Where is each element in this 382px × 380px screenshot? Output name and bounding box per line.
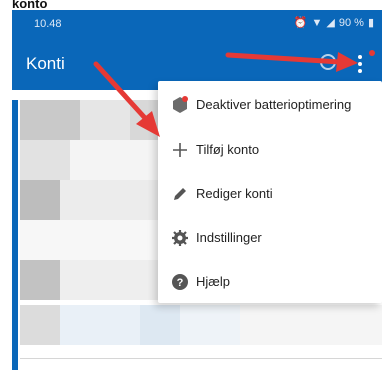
battery-percent: 90 % — [338, 16, 364, 29]
list-divider — [20, 358, 382, 359]
blurred-account-row[interactable] — [60, 305, 140, 345]
menu-item-label: Hjælp — [196, 274, 230, 289]
search-icon[interactable] — [320, 54, 336, 70]
blurred-account-row[interactable] — [60, 180, 170, 220]
dot-icon — [358, 69, 362, 73]
plus-icon — [170, 140, 190, 160]
blurred-account-row[interactable] — [180, 305, 240, 345]
blurred-account-row[interactable] — [60, 260, 170, 300]
menu-item-add-account[interactable]: Tilføj konto — [158, 128, 382, 171]
list-accent-bar — [12, 100, 18, 370]
menu-item-label: Indstillinger — [196, 230, 262, 245]
blurred-account-row[interactable] — [20, 140, 70, 180]
blurred-account-row[interactable] — [20, 100, 80, 140]
alarm-icon: ⏰ — [293, 17, 308, 29]
blurred-account-row[interactable] — [20, 180, 60, 220]
menu-item-edit-accounts[interactable]: Rediger konti — [158, 172, 382, 215]
menu-item-help[interactable]: ? Hjælp — [158, 260, 382, 303]
blurred-account-row[interactable] — [20, 305, 60, 345]
battery-icon: ▮ — [367, 17, 374, 29]
help-icon: ? — [170, 272, 190, 292]
blurred-account-row[interactable] — [70, 140, 170, 180]
pencil-icon — [170, 184, 190, 204]
menu-item-settings[interactable]: Indstillinger — [158, 216, 382, 259]
status-bar: 10.48 ⏰ ▼ ◢ 90 % ▮ — [12, 10, 382, 38]
blurred-account-row[interactable] — [240, 305, 382, 345]
battery-badge-icon — [170, 95, 190, 115]
blurred-account-row[interactable] — [20, 260, 60, 300]
status-time: 10.48 — [34, 18, 62, 30]
menu-item-label: Tilføj konto — [196, 142, 260, 157]
notification-badge — [369, 50, 375, 56]
wifi-icon: ▼ — [311, 16, 323, 29]
dot-icon — [358, 62, 362, 66]
blurred-account-row[interactable] — [140, 305, 180, 345]
signal-icon: ◢ — [326, 17, 335, 29]
dot-icon — [358, 55, 362, 59]
overflow-menu: Deaktiver batterioptimering Tilføj konto… — [158, 81, 382, 303]
menu-item-label: Rediger konti — [196, 186, 273, 201]
blurred-account-row[interactable] — [80, 100, 130, 140]
blurred-account-row[interactable] — [20, 220, 170, 260]
page-title: Konti — [26, 54, 65, 73]
status-icons: ⏰ ▼ ◢ 90 % ▮ — [293, 16, 374, 30]
menu-item-disable-battery-optimization[interactable]: Deaktiver batterioptimering — [158, 83, 382, 126]
svg-text:?: ? — [177, 277, 184, 289]
gear-icon — [170, 228, 190, 248]
menu-item-label: Deaktiver batterioptimering — [196, 97, 352, 112]
